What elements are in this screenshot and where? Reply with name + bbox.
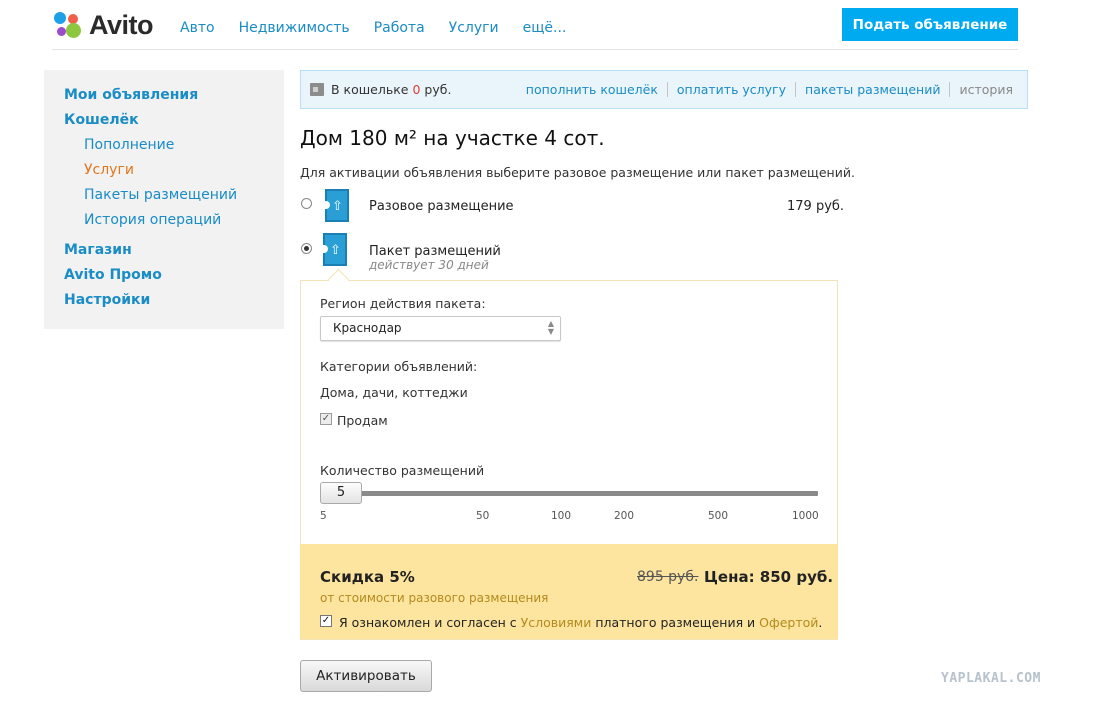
main-nav: Авто Недвижимость Работа Услуги ещё... [180,20,566,36]
watermark: YAPLAKAL.COM [941,671,1041,686]
sidebar-item-shop[interactable]: Магазин [64,242,132,258]
wallet-bar: В кошельке 0 руб. пополнить кошелёк опла… [300,70,1028,109]
history-link[interactable]: история [949,82,1013,97]
count-label: Количество размещений [320,463,485,478]
tick-label: 5 [320,510,327,522]
package-duration: действует 30 дней [369,258,489,272]
offer-link[interactable]: Офертой [759,615,818,630]
tick-label: 1000 [792,510,819,522]
nav-jobs[interactable]: Работа [374,20,425,36]
account-sidebar: Мои объявления Кошелёк Пополнение Услуги… [44,70,284,329]
wallet-balance: В кошельке 0 руб. [331,82,452,97]
sidebar-item-history[interactable]: История операций [84,212,221,228]
new-price: Цена: 850 руб. [704,568,834,586]
sidebar-item-promo[interactable]: Avito Промо [64,267,162,283]
categories-label: Категории объявлений: [320,359,478,374]
site-header: Avito Авто Недвижимость Работа Услуги ещ… [52,0,1018,50]
terms-link[interactable]: Условиями [521,615,592,630]
wallet-links: пополнить кошелёк оплатить услугу пакеты… [517,82,1013,97]
region-select[interactable]: Краснодар ▲ ▼ [320,316,561,341]
wallet-icon [310,83,324,96]
sidebar-item-wallet[interactable]: Кошелёк [64,112,139,128]
discount-subtitle: от стоимости разового размещения [320,591,549,605]
discount-box: Скидка 5% от стоимости разового размещен… [300,544,838,639]
post-ad-button[interactable]: Подать объявление [842,8,1018,41]
sell-checkbox[interactable]: ✓ [320,413,332,425]
tick-label: 200 [614,510,635,522]
package-label: Пакет размещений [369,244,501,259]
count-slider-track[interactable] [320,491,818,496]
nav-more[interactable]: ещё... [523,20,567,36]
nav-auto[interactable]: Авто [180,20,215,36]
activate-button[interactable]: Активировать [300,660,432,692]
agree-checkbox[interactable]: ✓ [320,615,332,627]
pay-service-link[interactable]: оплатить услугу [666,82,795,97]
sidebar-item-settings[interactable]: Настройки [64,292,150,308]
count-slider-handle[interactable]: 5 [320,482,362,504]
sell-label: Продам [337,413,388,428]
single-placement-label: Разовое размещение [369,199,514,214]
sidebar-item-my-ads[interactable]: Мои объявления [64,87,198,103]
ticket-stack-icon [323,233,347,266]
old-price: 895 руб. [637,569,699,585]
category-name: Дома, дачи, коттеджи [320,385,468,400]
sidebar-item-packages[interactable]: Пакеты размещений [84,187,237,203]
single-placement-price: 179 руб. [787,199,845,214]
wallet-amount: 0 [412,82,421,97]
package-radio[interactable] [301,243,312,254]
ticket-icon [325,189,349,222]
tick-label: 500 [708,510,729,522]
instruction-text: Для активации объявления выберите разово… [300,165,855,180]
tick-label: 100 [551,510,572,522]
single-placement-radio[interactable] [301,198,312,209]
page-title: Дом 180 м² на участке 4 сот. [300,126,605,150]
region-label: Регион действия пакета: [320,296,486,311]
select-arrows-icon: ▲ ▼ [547,319,554,336]
logo-text: Avito [89,9,154,40]
sidebar-item-services[interactable]: Услуги [84,162,134,178]
avito-logo[interactable]: Avito [52,9,154,41]
packages-link[interactable]: пакеты размещений [795,82,949,97]
region-value: Краснодар [333,321,402,335]
agree-text: Я ознакомлен и согласен с Условиями плат… [339,615,823,630]
topup-wallet-link[interactable]: пополнить кошелёк [517,82,667,97]
sidebar-item-topup[interactable]: Пополнение [84,137,174,153]
logo-dots-icon [52,10,82,40]
nav-realty[interactable]: Недвижимость [239,20,350,36]
tick-label: 50 [476,510,490,522]
discount-title: Скидка 5% [320,568,415,586]
nav-services[interactable]: Услуги [449,20,499,36]
